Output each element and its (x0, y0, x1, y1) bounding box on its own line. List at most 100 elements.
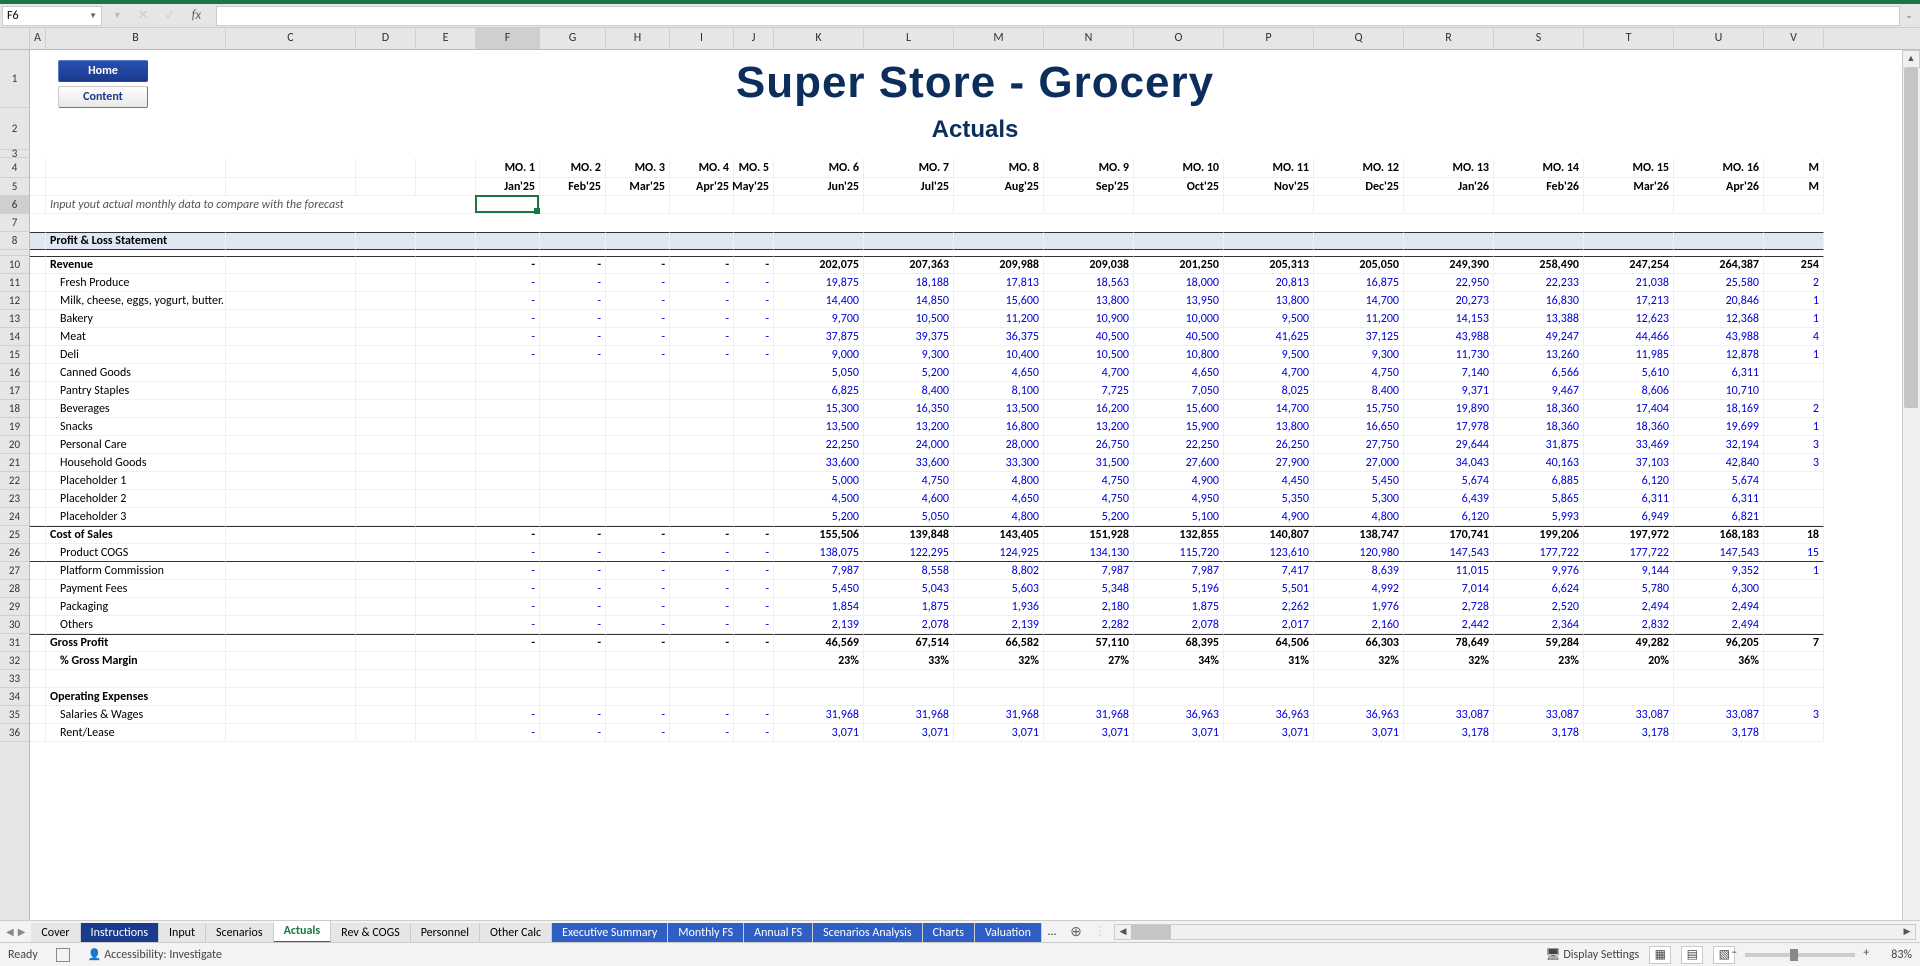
row-header-36[interactable]: 36 (0, 724, 29, 742)
col-header-C[interactable]: C (226, 28, 356, 49)
sheet-tab-monthly-fs[interactable]: Monthly FS (668, 923, 744, 943)
row-header-21[interactable]: 21 (0, 454, 29, 472)
tab-more[interactable]: … (1042, 922, 1062, 942)
col-header-N[interactable]: N (1044, 28, 1134, 49)
col-header-F[interactable]: F (476, 28, 540, 49)
sheet-tab-personnel[interactable]: Personnel (411, 923, 480, 943)
sheet-tab-valuation[interactable]: Valuation (975, 923, 1042, 943)
home-button[interactable]: Home (58, 60, 148, 82)
tab-next-icon[interactable]: ▶ (18, 925, 26, 938)
vscroll-thumb[interactable] (1904, 68, 1918, 408)
sheet-tab-scenarios[interactable]: Scenarios (206, 923, 274, 943)
row-header-18[interactable]: 18 (0, 400, 29, 418)
col-header-J[interactable]: J (734, 28, 774, 49)
sheet-tab-annual-fs[interactable]: Annual FS (744, 923, 813, 943)
sheet-tab-charts[interactable]: Charts (923, 923, 975, 943)
formula-expand-icon[interactable]: ⌄ (1900, 10, 1918, 21)
col-header-U[interactable]: U (1674, 28, 1764, 49)
name-box-dropdown-icon[interactable]: ▼ (89, 11, 97, 21)
row-header-4[interactable]: 4 (0, 158, 29, 178)
accessibility-status[interactable]: Accessibility: Investigate (88, 948, 222, 962)
row-header-29[interactable]: 29 (0, 598, 29, 616)
row-header-16[interactable]: 16 (0, 364, 29, 382)
row-header-15[interactable]: 15 (0, 346, 29, 364)
col-header-V[interactable]: V (1764, 28, 1824, 49)
row-header-6[interactable]: 6 (0, 196, 29, 214)
col-header-L[interactable]: L (864, 28, 954, 49)
fx-icon[interactable]: fx (192, 8, 202, 23)
row-header-11[interactable]: 11 (0, 274, 29, 292)
col-header-A[interactable]: A (30, 28, 46, 49)
row-header-31[interactable]: 31 (0, 634, 29, 652)
row-header-3[interactable]: 3 (0, 150, 29, 158)
row-header-32[interactable]: 32 (0, 652, 29, 670)
vertical-scrollbar[interactable]: ▲ (1902, 50, 1920, 920)
sheet-tab-executive-summary[interactable]: Executive Summary (552, 923, 668, 943)
zoom-level[interactable]: 83% (1891, 948, 1912, 962)
sheet-tab-actuals[interactable]: Actuals (274, 921, 332, 943)
col-header-Q[interactable]: Q (1314, 28, 1404, 49)
row-header-33[interactable]: 33 (0, 670, 29, 688)
col-header-M[interactable]: M (954, 28, 1044, 49)
row-header-25[interactable]: 25 (0, 526, 29, 544)
col-header-P[interactable]: P (1224, 28, 1314, 49)
sheet-tab-cover[interactable]: Cover (31, 923, 80, 943)
sheet-tab-other-calc[interactable]: Other Calc (480, 923, 552, 943)
row-header-19[interactable]: 19 (0, 418, 29, 436)
row-header-26[interactable]: 26 (0, 544, 29, 562)
row-header-10[interactable]: 10 (0, 256, 29, 274)
add-sheet-icon[interactable]: ⊕ (1062, 920, 1090, 943)
row-header-17[interactable]: 17 (0, 382, 29, 400)
horizontal-scrollbar[interactable]: ◀ ▶ (1114, 924, 1916, 940)
col-header-I[interactable]: I (670, 28, 734, 49)
macro-record-icon[interactable] (56, 948, 70, 962)
hscroll-left-icon[interactable]: ◀ (1115, 926, 1131, 937)
enter-icon[interactable]: ✓ (165, 8, 176, 23)
row-header-24[interactable]: 24 (0, 508, 29, 526)
row-header-28[interactable]: 28 (0, 580, 29, 598)
row-header-7[interactable]: 7 (0, 214, 29, 232)
row-header-27[interactable]: 27 (0, 562, 29, 580)
view-page-layout-icon[interactable]: ▤ (1681, 946, 1703, 964)
row-header-23[interactable]: 23 (0, 490, 29, 508)
row-header-30[interactable]: 30 (0, 616, 29, 634)
col-header-H[interactable]: H (606, 28, 670, 49)
row-header-2[interactable]: 2 (0, 108, 29, 150)
row-header-35[interactable]: 35 (0, 706, 29, 724)
col-header-T[interactable]: T (1584, 28, 1674, 49)
view-normal-icon[interactable]: ▦ (1649, 946, 1671, 964)
sheet-tab-rev-cogs[interactable]: Rev & COGS (331, 923, 411, 943)
row-header-1[interactable]: 1 (0, 50, 29, 108)
col-header-G[interactable]: G (540, 28, 606, 49)
sheet-tab-instructions[interactable]: Instructions (81, 923, 159, 943)
sheet-tab-input[interactable]: Input (159, 923, 206, 943)
hscroll-right-icon[interactable]: ▶ (1899, 926, 1915, 937)
formula-dropdown-icon[interactable]: ▼ (113, 10, 122, 21)
spreadsheet-grid[interactable]: 1234567810111213141516171819202122232425… (0, 50, 1920, 920)
col-header-D[interactable]: D (356, 28, 416, 49)
cancel-icon[interactable]: ✕ (138, 8, 149, 23)
row-header-20[interactable]: 20 (0, 436, 29, 454)
col-header-S[interactable]: S (1494, 28, 1584, 49)
display-settings[interactable]: 🖥 Display Settings (1545, 947, 1639, 962)
col-header-B[interactable]: B (46, 28, 226, 49)
zoom-slider[interactable] (1745, 953, 1855, 957)
row-header-12[interactable]: 12 (0, 292, 29, 310)
row-header-8[interactable]: 8 (0, 232, 29, 250)
col-header-R[interactable]: R (1404, 28, 1494, 49)
row-header-22[interactable]: 22 (0, 472, 29, 490)
content-button[interactable]: Content (58, 86, 148, 108)
col-header-O[interactable]: O (1134, 28, 1224, 49)
row-header-5[interactable]: 5 (0, 178, 29, 196)
row-header-14[interactable]: 14 (0, 328, 29, 346)
hscroll-thumb[interactable] (1131, 925, 1171, 939)
name-box[interactable]: F6 ▼ (2, 6, 102, 26)
sheet-tab-scenarios-analysis[interactable]: Scenarios Analysis (813, 923, 923, 943)
row-header-13[interactable]: 13 (0, 310, 29, 328)
tab-prev-icon[interactable]: ◀ (6, 925, 14, 938)
row-header-34[interactable]: 34 (0, 688, 29, 706)
col-header-E[interactable]: E (416, 28, 476, 49)
cells-area[interactable]: Super Store - Grocery Actuals Home Conte… (30, 50, 1920, 920)
formula-input[interactable] (216, 6, 1900, 26)
select-all-corner[interactable] (0, 28, 30, 49)
